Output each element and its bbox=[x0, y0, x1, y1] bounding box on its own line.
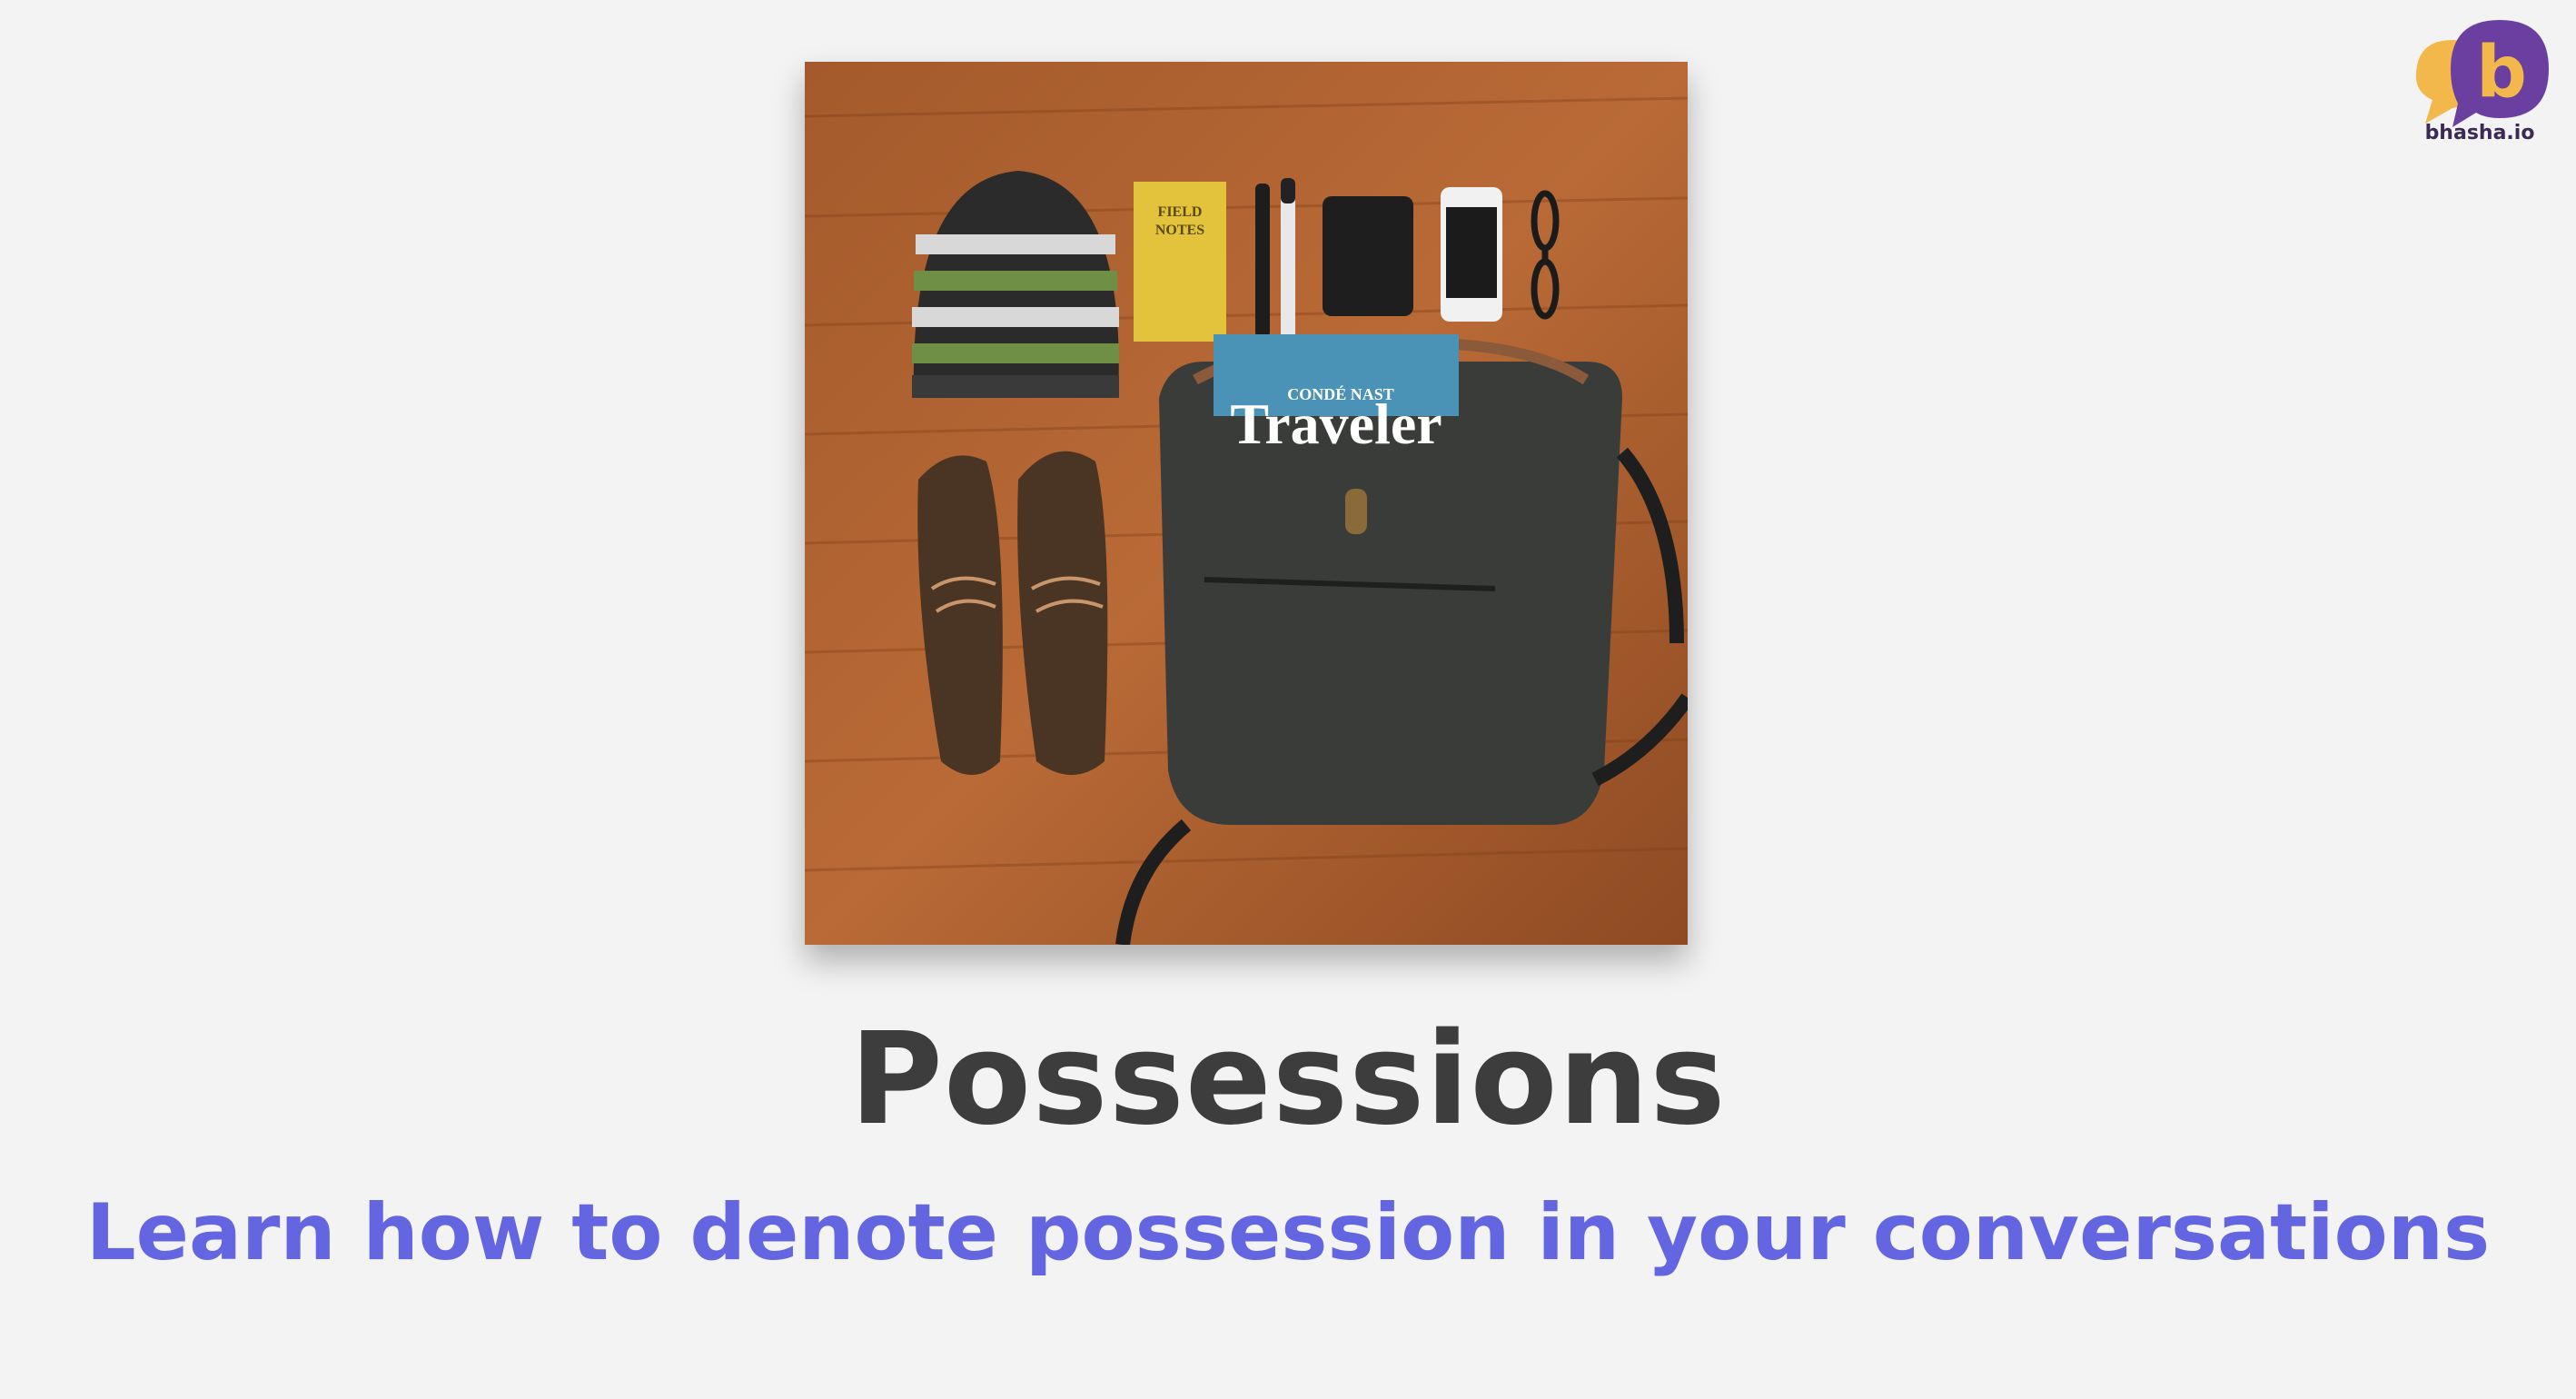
lesson-title: Possessions bbox=[849, 1006, 1727, 1154]
magazine: CONDÉ NAST Traveler bbox=[1214, 334, 1459, 456]
notebook-label-line1: FIELD bbox=[1158, 204, 1203, 220]
wallet bbox=[1323, 196, 1413, 316]
black-pen bbox=[1255, 184, 1270, 338]
field-notes-notebook: FIELD NOTES bbox=[1134, 182, 1226, 342]
brand-name: bhasha.io bbox=[2424, 122, 2535, 144]
smartphone bbox=[1441, 187, 1502, 322]
hero-image: FIELD NOTES CONDÉ NAST Traveler bbox=[805, 62, 1688, 945]
possessions-flatlay-illustration: FIELD NOTES CONDÉ NAST Traveler bbox=[805, 62, 1688, 945]
magazine-title: Traveler bbox=[1230, 392, 1442, 456]
logo-letter: b bbox=[2476, 32, 2527, 114]
notebook-label-line2: NOTES bbox=[1155, 223, 1204, 238]
lesson-subtitle: Learn how to denote possession in your c… bbox=[85, 1187, 2491, 1278]
